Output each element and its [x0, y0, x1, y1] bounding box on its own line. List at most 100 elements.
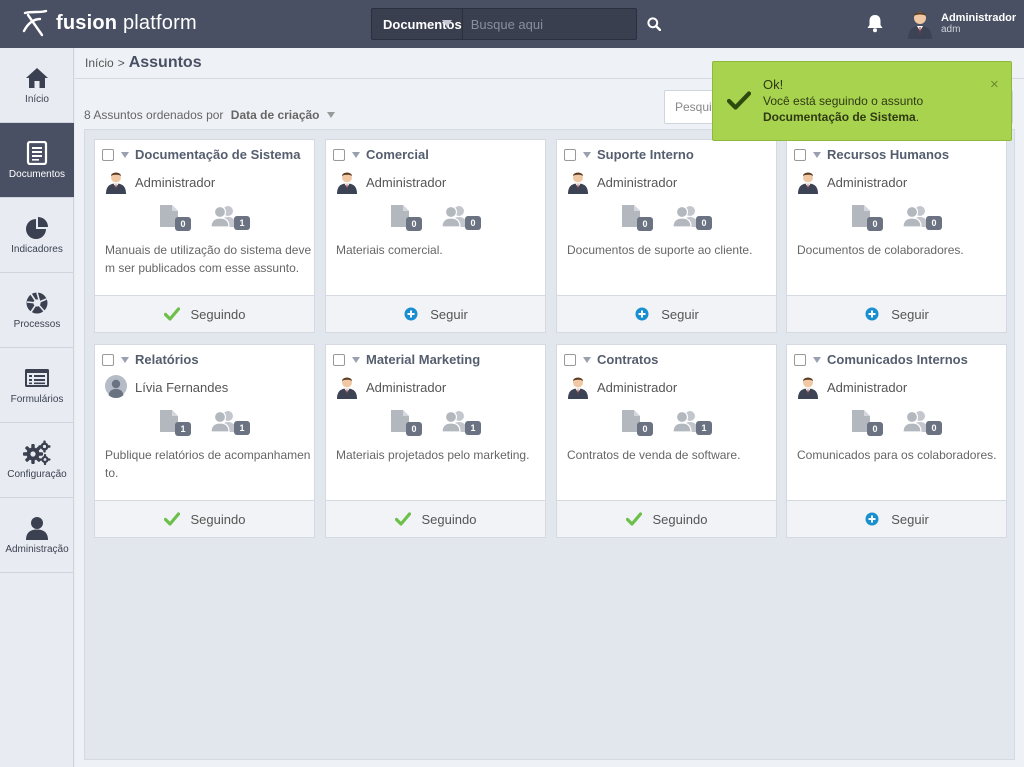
card-checkbox[interactable]: [333, 148, 345, 161]
gears-icon: [23, 440, 51, 465]
caret-down-icon: [441, 20, 452, 27]
follow-button[interactable]: Seguir: [787, 500, 1006, 537]
card-menu-caret-icon[interactable]: [813, 356, 821, 363]
sidebar-item-label: Documentos: [8, 168, 66, 180]
card-title[interactable]: Suporte Interno: [597, 147, 694, 162]
follow-label: Seguindo: [190, 306, 246, 322]
search-icon: [647, 17, 661, 31]
card-menu-caret-icon[interactable]: [121, 151, 129, 158]
card-menu-caret-icon[interactable]: [352, 356, 360, 363]
cards-grid: Documentação de Sistema Administrador 0 1 Ma…: [84, 129, 1015, 760]
card-title[interactable]: Documentação de Sistema: [135, 147, 300, 162]
card-description: Comunicados para os colaboradores.: [797, 448, 997, 462]
card-header: Comercial: [333, 147, 429, 162]
card-menu-caret-icon[interactable]: [121, 356, 129, 363]
logo[interactable]: fusion platform: [22, 9, 197, 37]
sidebar-item-3[interactable]: Processos: [0, 273, 74, 348]
list-summary: 8 Assuntos ordenados por Data de criação: [84, 108, 335, 122]
following-button[interactable]: Seguindo: [95, 500, 314, 537]
card-owner: Administrador: [567, 375, 677, 399]
plus-circle-icon: [864, 306, 880, 322]
user-name[interactable]: Administrador: [941, 12, 1016, 24]
followers-count-badge: 1: [234, 216, 250, 230]
close-icon[interactable]: ×: [990, 76, 999, 93]
pie-chart-icon: [25, 216, 49, 240]
documents-count-badge: 0: [867, 422, 883, 436]
sidebar-item-6[interactable]: Administração: [0, 498, 74, 573]
documents-count-badge: 0: [175, 217, 191, 231]
card-menu-caret-icon[interactable]: [583, 356, 591, 363]
followers-count: 1: [209, 205, 250, 230]
check-icon: [625, 511, 642, 527]
sidebar-item-label: Formulários: [10, 393, 64, 405]
follow-button[interactable]: Seguir: [557, 295, 776, 332]
card-checkbox[interactable]: [564, 353, 576, 366]
sidebar-item-4[interactable]: Formulários: [0, 348, 74, 423]
follow-button[interactable]: Seguir: [787, 295, 1006, 332]
card-stats: 01: [389, 409, 481, 436]
card-title[interactable]: Comercial: [366, 147, 429, 162]
search-module-select[interactable]: Documentos: [372, 9, 463, 39]
search-input[interactable]: [462, 9, 647, 39]
card-description: Manuais de utilização do sistema devem s…: [105, 243, 312, 275]
following-button[interactable]: Seguindo: [326, 500, 545, 537]
bell-icon[interactable]: [866, 14, 884, 33]
sidebar-item-0[interactable]: Início: [0, 48, 74, 123]
card-description: Documentos de colaboradores.: [797, 243, 964, 257]
main-content: Início > Assuntos 8 Assuntos ordenados p…: [75, 48, 1024, 767]
card-description: Publique relatórios de acompanhamento.: [105, 448, 311, 480]
card-title[interactable]: Material Marketing: [366, 352, 480, 367]
owner-avatar: [567, 170, 589, 194]
following-button[interactable]: Seguindo: [95, 295, 314, 332]
card-menu-caret-icon[interactable]: [352, 151, 360, 158]
toast-message-text: Você está seguindo o assunto: [763, 94, 924, 108]
card-owner: Administrador: [336, 170, 446, 194]
sidebar-item-2[interactable]: Indicadores: [0, 198, 74, 273]
owner-name: Administrador: [827, 174, 908, 190]
card-title[interactable]: Recursos Humanos: [827, 147, 949, 162]
check-icon: [394, 511, 411, 527]
documents-count-badge: 0: [406, 217, 422, 231]
check-icon: [163, 306, 180, 322]
card-checkbox[interactable]: [102, 148, 114, 161]
sidebar-item-label: Administração: [5, 543, 69, 555]
follow-label: Seguir: [891, 511, 929, 527]
card-stats: 00: [850, 204, 942, 231]
followers-count-badge: 0: [926, 421, 942, 435]
followers-count-badge: 1: [234, 421, 250, 435]
follow-button[interactable]: Seguir: [326, 295, 545, 332]
sort-field-select[interactable]: Data de criação: [231, 108, 320, 122]
card-stats: 00: [620, 204, 712, 231]
card-checkbox[interactable]: [564, 148, 576, 161]
card-owner: Lívia Fernandes: [105, 375, 228, 399]
card-checkbox[interactable]: [102, 353, 114, 366]
follow-label: Seguir: [430, 306, 468, 322]
sidebar-item-label: Indicadores: [11, 243, 63, 255]
toast-message: Você está seguindo o assunto Documentaçã…: [763, 93, 923, 125]
sidebar: Início Documentos Indicadores Processos Form…: [0, 48, 74, 767]
breadcrumb-home-link[interactable]: Início: [85, 56, 114, 70]
card-menu-caret-icon[interactable]: [813, 151, 821, 158]
card-header: Relatórios: [102, 352, 199, 367]
user-avatar[interactable]: [906, 9, 934, 39]
card-title[interactable]: Comunicados Internos: [827, 352, 968, 367]
card-checkbox[interactable]: [794, 353, 806, 366]
following-button[interactable]: Seguindo: [557, 500, 776, 537]
card-owner: Administrador: [567, 170, 677, 194]
card-checkbox[interactable]: [333, 353, 345, 366]
followers-count: 1: [440, 410, 481, 435]
card-title[interactable]: Contratos: [597, 352, 658, 367]
sort-caret-icon[interactable]: [326, 112, 335, 118]
documents-count: 0: [620, 409, 653, 436]
sidebar-item-5[interactable]: Configuração: [0, 423, 74, 498]
card-stats: 11: [158, 409, 250, 436]
card-title[interactable]: Relatórios: [135, 352, 199, 367]
card-owner: Administrador: [797, 170, 907, 194]
card-menu-caret-icon[interactable]: [583, 151, 591, 158]
card-stats: 00: [850, 409, 942, 436]
search-button[interactable]: [647, 9, 661, 39]
sidebar-item-1[interactable]: Documentos: [0, 123, 74, 198]
check-icon: [727, 91, 751, 110]
followers-count-badge: 0: [465, 216, 481, 230]
card-checkbox[interactable]: [794, 148, 806, 161]
